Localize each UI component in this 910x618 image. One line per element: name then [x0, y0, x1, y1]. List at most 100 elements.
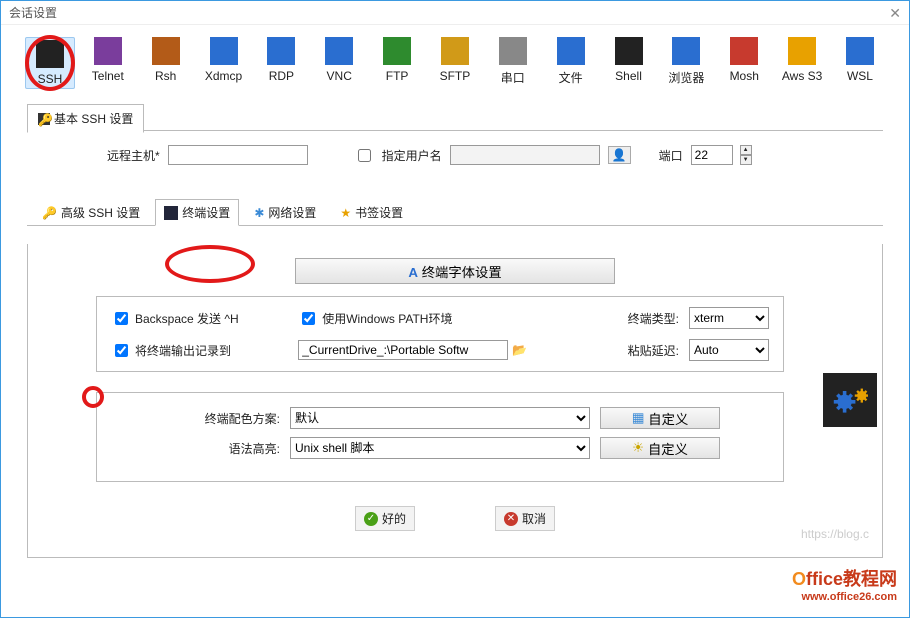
log-output-checkbox[interactable]	[115, 344, 128, 357]
ok-button[interactable]: ✓ 好的	[355, 506, 415, 531]
syntax-select[interactable]: Unix shell 脚本	[290, 437, 590, 459]
folder-icon[interactable]	[512, 343, 527, 357]
tab-basic-ssh-label: 基本 SSH 设置	[54, 110, 133, 127]
close-icon[interactable]: ✕	[889, 1, 901, 24]
key-icon	[38, 113, 50, 125]
cross-icon: ✕	[504, 512, 518, 526]
protocol-label: RDP	[269, 69, 294, 83]
remote-host-input[interactable]	[168, 145, 308, 165]
protocol-label: VNC	[327, 69, 352, 83]
tab-bookmark-settings[interactable]: 书签设置	[331, 199, 412, 226]
remote-host-label: 远程主机*	[107, 147, 160, 164]
protocol-xdmcp[interactable]: Xdmcp	[199, 37, 249, 89]
protocol-icon	[152, 37, 180, 65]
color-scheme-select[interactable]: 默认	[290, 407, 590, 429]
sun-icon	[632, 440, 644, 456]
protocol-icon	[672, 37, 700, 65]
log-path-input[interactable]	[298, 340, 508, 360]
ok-label: 好的	[382, 510, 406, 527]
protocol-串口[interactable]: 串口	[488, 37, 538, 89]
protocol-文件[interactable]: 文件	[546, 37, 596, 89]
log-output-label: 将终端输出记录到	[135, 342, 231, 359]
protocol-浏览器[interactable]: 浏览器	[661, 37, 711, 89]
tab-bookmark-label: 书签设置	[355, 204, 403, 221]
settings-gear-button[interactable]	[823, 373, 877, 427]
protocol-icon	[36, 40, 64, 68]
paste-delay-label: 粘贴延迟:	[537, 342, 679, 359]
protocol-icon	[267, 37, 295, 65]
backspace-label: Backspace 发送 ^H	[135, 310, 239, 327]
cancel-label: 取消	[522, 510, 546, 527]
protocol-wsl[interactable]: WSL	[835, 37, 885, 89]
protocol-sftp[interactable]: SFTP	[430, 37, 480, 89]
syntax-custom-button[interactable]: 自定义	[600, 437, 720, 459]
protocol-telnet[interactable]: Telnet	[83, 37, 133, 89]
port-input[interactable]	[691, 145, 733, 165]
terminal-icon	[164, 206, 178, 220]
gears-icon	[832, 382, 868, 418]
protocol-label: 浏览器	[668, 69, 704, 86]
window-title: 会话设置	[9, 1, 57, 24]
protocol-label: Xdmcp	[205, 69, 242, 83]
palette-icon	[632, 410, 645, 426]
protocol-rdp[interactable]: RDP	[256, 37, 306, 89]
protocol-icon	[383, 37, 411, 65]
cancel-button[interactable]: ✕ 取消	[495, 506, 555, 531]
backspace-checkbox-row[interactable]: Backspace 发送 ^H	[111, 309, 288, 328]
color-scheme-custom-button[interactable]: 自定义	[600, 407, 720, 429]
protocol-label: SFTP	[440, 69, 471, 83]
protocol-icon	[325, 37, 353, 65]
winpath-checkbox[interactable]	[302, 312, 315, 325]
protocol-icon	[94, 37, 122, 65]
tab-network-label: 网络设置	[268, 204, 316, 221]
port-label: 端口	[659, 147, 683, 164]
key-icon	[42, 206, 57, 220]
tab-terminal-settings[interactable]: 终端设置	[155, 199, 239, 226]
protocol-label: 文件	[559, 69, 583, 86]
font-settings-button[interactable]: 终端字体设置	[295, 258, 615, 284]
tab-advanced-ssh[interactable]: 高级 SSH 设置	[33, 199, 149, 226]
tab-basic-ssh[interactable]: 基本 SSH 设置	[27, 104, 144, 133]
protocol-rsh[interactable]: Rsh	[141, 37, 191, 89]
watermark-text: https://blog.c	[801, 527, 869, 541]
specify-user-checkbox[interactable]	[358, 149, 371, 162]
protocol-icon	[441, 37, 469, 65]
tab-network-settings[interactable]: 网络设置	[245, 199, 325, 226]
log-output-row[interactable]: 将终端输出记录到	[111, 341, 288, 360]
protocol-ftp[interactable]: FTP	[372, 37, 422, 89]
protocol-label: FTP	[386, 69, 409, 83]
protocol-vnc[interactable]: VNC	[314, 37, 364, 89]
network-icon	[254, 206, 264, 220]
font-settings-label: 终端字体设置	[422, 265, 502, 280]
protocol-label: Aws S3	[782, 69, 822, 83]
protocol-icon	[730, 37, 758, 65]
protocol-label: Rsh	[155, 69, 176, 83]
tab-terminal-label: 终端设置	[182, 204, 230, 221]
check-icon: ✓	[364, 512, 378, 526]
protocol-icon	[557, 37, 585, 65]
winpath-label: 使用Windows PATH环境	[322, 310, 452, 327]
protocol-icon	[499, 37, 527, 65]
protocol-icon	[846, 37, 874, 65]
winpath-checkbox-row[interactable]: 使用Windows PATH环境	[298, 309, 527, 328]
protocol-icon	[615, 37, 643, 65]
tab-advanced-ssh-label: 高级 SSH 设置	[61, 204, 140, 221]
term-type-select[interactable]: xterm	[689, 307, 769, 329]
paste-delay-select[interactable]: Auto	[689, 339, 769, 361]
protocol-label: 串口	[501, 69, 525, 86]
protocol-icon	[788, 37, 816, 65]
protocol-aws s3[interactable]: Aws S3	[777, 37, 827, 89]
user-icon[interactable]	[608, 146, 631, 164]
star-icon	[340, 206, 351, 220]
specify-user-label: 指定用户名	[382, 147, 442, 164]
protocol-label: Shell	[615, 69, 642, 83]
syntax-label: 语法高亮:	[160, 440, 280, 457]
port-stepper[interactable]: ▲▼	[740, 145, 752, 165]
protocol-mosh[interactable]: Mosh	[719, 37, 769, 89]
protocol-label: WSL	[847, 69, 873, 83]
protocol-shell[interactable]: Shell	[604, 37, 654, 89]
backspace-checkbox[interactable]	[115, 312, 128, 325]
protocol-label: Mosh	[730, 69, 759, 83]
protocol-ssh[interactable]: SSH	[25, 37, 75, 89]
user-input	[450, 145, 600, 165]
